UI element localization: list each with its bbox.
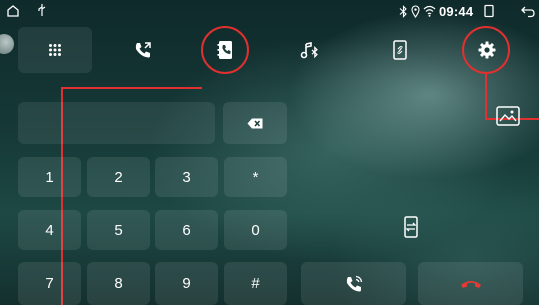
key-9[interactable]: 9 <box>155 262 218 305</box>
recent-apps-icon[interactable] <box>482 4 496 18</box>
annotation-circle-contacts <box>201 26 249 74</box>
status-bar: 09:44 <box>0 0 539 22</box>
tab-phone-link[interactable] <box>367 27 433 73</box>
bluetooth-music-icon <box>300 42 318 59</box>
home-icon[interactable] <box>6 4 20 18</box>
call-button[interactable] <box>301 262 406 305</box>
hangup-icon <box>460 280 481 288</box>
call-icon <box>346 275 362 291</box>
key-star[interactable]: * <box>224 157 287 197</box>
audio-transfer-button[interactable] <box>398 214 424 240</box>
key-4[interactable]: 4 <box>18 210 81 250</box>
dialpad-icon <box>49 44 61 56</box>
key-7[interactable]: 7 <box>18 262 81 305</box>
backspace-icon <box>247 118 263 128</box>
side-handle[interactable] <box>0 34 14 54</box>
usb-icon <box>38 4 46 16</box>
annotation-line-contacts-h <box>61 87 202 89</box>
key-2[interactable]: 2 <box>87 157 150 197</box>
wifi-icon <box>423 5 436 17</box>
key-3[interactable]: 3 <box>155 157 218 197</box>
key-5[interactable]: 5 <box>87 210 150 250</box>
delete-button[interactable] <box>223 102 287 144</box>
key-hash[interactable]: # <box>224 262 287 305</box>
key-1[interactable]: 1 <box>18 157 81 197</box>
back-icon[interactable] <box>520 4 536 18</box>
number-input-field[interactable] <box>18 102 215 144</box>
audio-transfer-icon <box>404 216 418 238</box>
key-6[interactable]: 6 <box>155 210 218 250</box>
bluetooth-icon <box>399 4 407 18</box>
gallery-icon[interactable] <box>496 106 520 126</box>
key-8[interactable]: 8 <box>87 262 150 305</box>
tab-bt-music[interactable] <box>277 27 343 73</box>
annotation-line-settings-v <box>485 74 487 120</box>
annotation-circle-settings <box>462 26 510 74</box>
location-icon <box>411 4 420 18</box>
hangup-button[interactable] <box>418 262 523 305</box>
tab-dialpad[interactable] <box>18 27 92 73</box>
tab-call-log[interactable] <box>110 27 176 73</box>
key-0[interactable]: 0 <box>224 210 287 250</box>
call-log-icon <box>135 42 151 58</box>
clock-time: 09:44 <box>439 3 474 19</box>
phone-link-icon <box>393 40 407 60</box>
